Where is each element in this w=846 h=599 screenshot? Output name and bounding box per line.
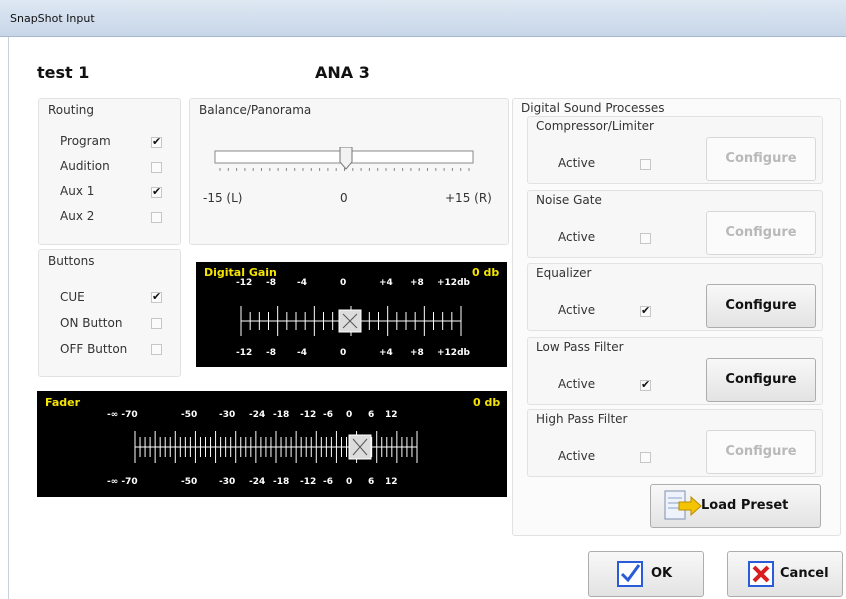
- digital-gain-tick-label: -8: [266, 348, 276, 358]
- buttons-title: Buttons: [48, 254, 95, 268]
- balance-right-label: +15 (R): [445, 191, 492, 205]
- balance-title: Balance/Panorama: [199, 103, 312, 117]
- dialog-body: test 1 ANA 3 Routing Program Audition Au…: [8, 37, 844, 599]
- balance-center-label: 0: [340, 191, 348, 205]
- digital-gain-tick-label: +4: [379, 348, 393, 358]
- fader-panel: Fader 0 db -∞ -70 -50 -30 -24 -18 -12 -6 0 6 12 -…: [37, 391, 507, 497]
- routing-audition-label: Audition: [60, 159, 110, 173]
- fader-tick-label: -12: [300, 477, 317, 487]
- load-preset-button[interactable]: Load Preset: [650, 484, 821, 528]
- buttons-cue-label: CUE: [60, 290, 85, 304]
- routing-program-checkbox[interactable]: [151, 135, 162, 148]
- buttons-off-label: OFF Button: [60, 342, 128, 356]
- digital-gain-panel: Digital Gain 0 db -12 -8 -4 0 +4 +8 +12db -12-…: [196, 262, 507, 367]
- dsp-section-title: Compressor/Limiter: [536, 119, 654, 133]
- dsp-section-4: Low Pass Filter Active Configure: [527, 337, 823, 405]
- dsp-section-1: Compressor/Limiter Active Configure: [527, 116, 823, 184]
- dsp-section-3: Equalizer Active Configure: [527, 263, 823, 331]
- dsp-active-checkbox[interactable]: [640, 159, 651, 170]
- dsp-section-2: Noise Gate Active Configure: [527, 190, 823, 258]
- dsp-section-title: Equalizer: [536, 266, 592, 280]
- buttons-on-checkbox[interactable]: [151, 318, 162, 329]
- routing-aux2-checkbox[interactable]: [151, 212, 162, 223]
- dsp-configure-button[interactable]: Configure: [706, 211, 816, 255]
- dsp-active-label: Active: [558, 449, 596, 463]
- routing-title: Routing: [48, 103, 95, 117]
- dsp-configure-button[interactable]: Configure: [706, 284, 816, 328]
- ok-check-icon: [617, 561, 643, 587]
- dsp-section-title: Low Pass Filter: [536, 340, 624, 354]
- balance-group: Balance/Panorama -15 (L) 0 +15 (R): [189, 98, 509, 245]
- dsp-section-title: Noise Gate: [536, 193, 602, 207]
- dsp-active-checkbox[interactable]: [640, 304, 651, 317]
- digital-gain-tick-label: +8: [410, 348, 424, 358]
- routing-program-label: Program: [60, 134, 111, 148]
- fader-tick-label: 0: [346, 477, 353, 487]
- cancel-label: Cancel: [780, 566, 829, 581]
- dsp-section-5: High Pass Filter Active Configure: [527, 409, 823, 477]
- cancel-x-icon: [748, 561, 774, 587]
- dsp-active-checkbox[interactable]: [640, 233, 651, 244]
- dsp-section-title: High Pass Filter: [536, 412, 628, 426]
- digital-gain-tick-label: +12db: [437, 348, 470, 358]
- ok-button[interactable]: OK: [588, 551, 704, 597]
- fader-tick-label: -18: [273, 477, 290, 487]
- dsp-active-checkbox[interactable]: [640, 378, 651, 391]
- fader-tick-label: -24: [249, 477, 266, 487]
- dsp-active-checkbox[interactable]: [640, 452, 651, 463]
- title-bar: SnapShot Input: [0, 0, 846, 37]
- window-title: SnapShot Input: [10, 12, 95, 25]
- buttons-cue-checkbox[interactable]: [151, 290, 162, 303]
- routing-audition-checkbox[interactable]: [151, 162, 162, 173]
- buttons-off-checkbox[interactable]: [151, 344, 162, 355]
- input-name: test 1: [37, 63, 90, 82]
- fader-tick-label: 12: [385, 477, 398, 487]
- dsp-configure-button[interactable]: Configure: [706, 137, 816, 181]
- load-preset-icon: [664, 490, 702, 520]
- dsp-title: Digital Sound Processes: [521, 101, 665, 115]
- digital-gain-tick-label: -12: [236, 348, 253, 358]
- fader-tick-label: 6: [368, 477, 375, 487]
- channel-name: ANA 3: [315, 63, 370, 82]
- routing-group: Routing Program Audition Aux 1 Aux 2: [38, 98, 181, 245]
- dsp-configure-button[interactable]: Configure: [706, 430, 816, 474]
- load-preset-label: Load Preset: [701, 498, 789, 513]
- balance-left-label: -15 (L): [203, 191, 243, 205]
- fader-tick-label: -50: [181, 477, 198, 487]
- cancel-button[interactable]: Cancel: [727, 551, 843, 597]
- digital-gain-tick-label: -4: [297, 348, 307, 358]
- buttons-group: Buttons CUE ON Button OFF Button: [38, 249, 181, 377]
- fader-tick-label: -∞ -70: [107, 477, 138, 487]
- digital-gain-tick-label: 0: [340, 348, 347, 358]
- routing-aux2-label: Aux 2: [60, 209, 95, 223]
- dsp-configure-button[interactable]: Configure: [706, 358, 816, 402]
- dsp-active-label: Active: [558, 377, 596, 391]
- routing-aux1-checkbox[interactable]: [151, 185, 162, 198]
- routing-aux1-label: Aux 1: [60, 184, 95, 198]
- dsp-active-label: Active: [558, 230, 596, 244]
- ok-label: OK: [651, 566, 673, 581]
- fader-tick-label: -6: [323, 477, 333, 487]
- fader-tick-label: -30: [219, 477, 236, 487]
- dsp-active-label: Active: [558, 156, 596, 170]
- balance-slider[interactable]: [200, 147, 500, 197]
- buttons-on-label: ON Button: [60, 316, 123, 330]
- dsp-active-label: Active: [558, 303, 596, 317]
